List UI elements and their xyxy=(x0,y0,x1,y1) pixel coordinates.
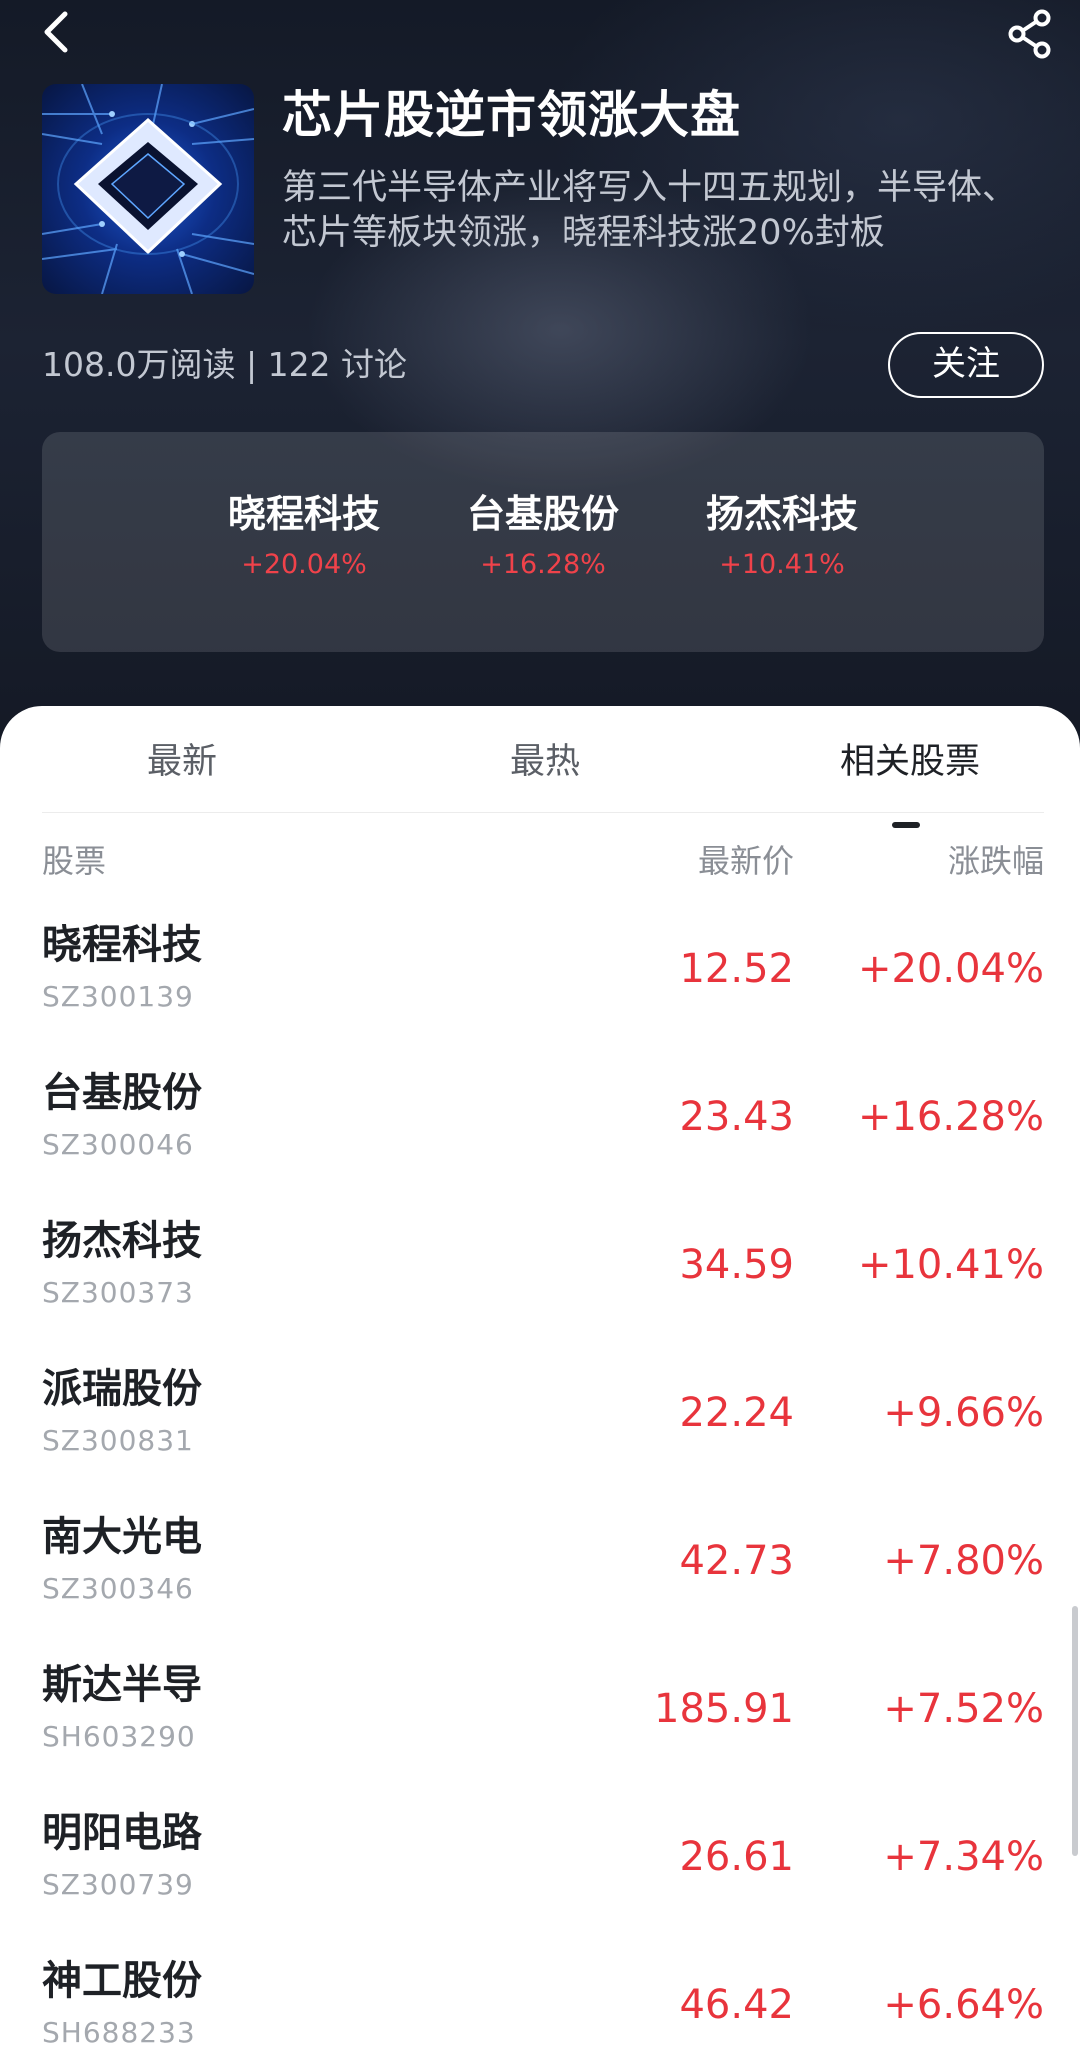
column-header-stock: 股票 xyxy=(42,842,107,880)
stock-price: 26.61 xyxy=(679,1834,794,1880)
stock-row[interactable]: 神工股份 SH688233 46.42 +6.64% xyxy=(0,1936,1080,2061)
stock-list: 晓程科技 SZ300139 12.52 +20.04% 台基股份 SZ30004… xyxy=(0,900,1080,2061)
tab-bar: 最新 最热 相关股票 xyxy=(0,706,1080,828)
tab-divider xyxy=(42,812,1044,813)
chevron-left-icon xyxy=(44,11,68,53)
leading-stock-item[interactable]: 台基股份 +16.28% xyxy=(423,490,663,582)
stock-name: 明阳电路 xyxy=(42,1810,202,1856)
tab-related-stocks-label: 相关股票 xyxy=(839,742,980,782)
stock-name: 派瑞股份 xyxy=(42,1366,202,1412)
topic-description: 第三代半导体产业将写入十四五规划，半导体、芯片等板块领涨，晓程科技涨20%封板 xyxy=(282,168,1018,253)
topic-cover-image xyxy=(42,84,254,294)
leading-stock-change: +16.28% xyxy=(480,549,606,580)
topic-stats: 108.0万阅读 | 122 讨论 xyxy=(42,345,408,384)
stock-row[interactable]: 扬杰科技 SZ300373 34.59 +10.41% xyxy=(0,1196,1080,1344)
stock-code: SH688233 xyxy=(42,2016,196,2049)
stock-price: 22.24 xyxy=(679,1390,794,1436)
share-button[interactable] xyxy=(1002,6,1058,62)
leading-stock-change: +20.04% xyxy=(241,549,367,580)
active-tab-indicator xyxy=(892,822,920,828)
stock-change: +9.66% xyxy=(883,1390,1044,1436)
stock-name: 扬杰科技 xyxy=(42,1218,202,1264)
share-icon xyxy=(1008,9,1051,59)
stock-code: SH603290 xyxy=(42,1720,196,1753)
stock-name: 南大光电 xyxy=(42,1514,202,1560)
stock-row[interactable]: 晓程科技 SZ300139 12.52 +20.04% xyxy=(0,900,1080,1048)
leading-stocks-card: 晓程科技 +20.04% 台基股份 +16.28% 扬杰科技 +10.41% xyxy=(42,432,1044,652)
stock-change: +7.34% xyxy=(883,1834,1044,1880)
leading-stock-item[interactable]: 晓程科技 +20.04% xyxy=(184,490,424,582)
stock-code: SZ300046 xyxy=(42,1128,194,1161)
leading-stock-change: +10.41% xyxy=(719,549,845,580)
tab-hottest[interactable]: 最热 xyxy=(425,740,665,784)
stock-change: +6.64% xyxy=(883,1982,1044,2028)
stock-price: 23.43 xyxy=(679,1094,794,1140)
topic-title: 芯片股逆市领涨大盘 xyxy=(282,86,741,144)
stock-change: +7.52% xyxy=(883,1686,1044,1732)
stock-row[interactable]: 南大光电 SZ300346 42.73 +7.80% xyxy=(0,1492,1080,1640)
stock-change: +16.28% xyxy=(857,1094,1044,1140)
stock-row[interactable]: 台基股份 SZ300046 23.43 +16.28% xyxy=(0,1048,1080,1196)
stock-name: 晓程科技 xyxy=(42,922,202,968)
stock-code: SZ300346 xyxy=(42,1572,194,1605)
content-sheet: 最新 最热 相关股票 股票 最新价 涨跌幅 晓程科技 SZ300139 12.5… xyxy=(0,706,1080,2061)
stock-price: 46.42 xyxy=(679,1982,794,2028)
stock-row[interactable]: 明阳电路 SZ300739 26.61 +7.34% xyxy=(0,1788,1080,1936)
stock-name: 斯达半导 xyxy=(42,1662,202,1708)
stock-change: +7.80% xyxy=(883,1538,1044,1584)
stock-name: 台基股份 xyxy=(42,1070,202,1116)
scrollbar[interactable] xyxy=(1072,1606,1078,1856)
stock-code: SZ300739 xyxy=(42,1868,194,1901)
tab-related-stocks[interactable]: 相关股票 xyxy=(790,740,1030,828)
column-header-change[interactable]: 涨跌幅 xyxy=(948,840,1044,882)
stock-change: +10.41% xyxy=(857,1242,1044,1288)
chip-illustration xyxy=(42,84,254,294)
topic-page: 芯片股逆市领涨大盘 第三代半导体产业将写入十四五规划，半导体、芯片等板块领涨，晓… xyxy=(0,0,1080,2061)
stock-code: SZ300831 xyxy=(42,1424,194,1457)
stock-change: +20.04% xyxy=(857,946,1044,992)
stock-row[interactable]: 派瑞股份 SZ300831 22.24 +9.66% xyxy=(0,1344,1080,1492)
leading-stock-name: 晓程科技 xyxy=(227,492,380,536)
leading-stock-name: 扬杰科技 xyxy=(705,492,858,536)
back-button[interactable] xyxy=(30,6,82,58)
stock-price: 34.59 xyxy=(679,1242,794,1288)
leading-stock-item[interactable]: 扬杰科技 +10.41% xyxy=(662,490,902,582)
column-header-price[interactable]: 最新价 xyxy=(698,840,794,882)
tab-latest[interactable]: 最新 xyxy=(62,740,302,784)
stock-name: 神工股份 xyxy=(42,1958,202,2004)
topic-hero: 芯片股逆市领涨大盘 第三代半导体产业将写入十四五规划，半导体、芯片等板块领涨，晓… xyxy=(0,0,1080,760)
stock-row[interactable]: 斯达半导 SH603290 185.91 +7.52% xyxy=(0,1640,1080,1788)
stock-price: 42.73 xyxy=(679,1538,794,1584)
stock-price: 185.91 xyxy=(654,1686,794,1732)
stock-code: SZ300373 xyxy=(42,1276,194,1309)
leading-stock-name: 台基股份 xyxy=(466,492,619,536)
stock-code: SZ300139 xyxy=(42,980,194,1013)
follow-button[interactable]: 关注 xyxy=(888,332,1044,398)
stock-price: 12.52 xyxy=(679,946,794,992)
